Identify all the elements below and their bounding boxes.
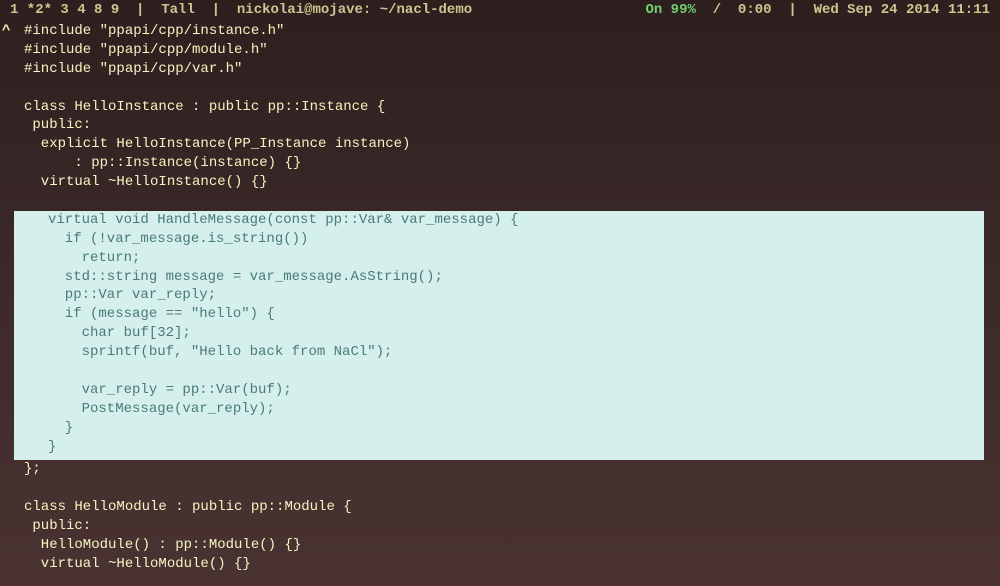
code-line: explicit HelloInstance(PP_Instance insta… (6, 135, 994, 154)
code-line: virtual void HandleMessage(const pp::Var… (18, 211, 984, 230)
code-line: char buf[32]; (18, 324, 984, 343)
code-line: HelloModule() : pp::Module() {} (6, 536, 994, 555)
code-line: public: (6, 517, 994, 536)
editor-viewport[interactable]: ^ #include "ppapi/cpp/instance.h"#includ… (0, 20, 1000, 586)
terminal-screen: 1 *2* 3 4 8 9 | Tall | nickolai@mojave: … (0, 0, 1000, 586)
code-line: std::string message = var_message.AsStri… (18, 268, 984, 287)
top-of-file-marker: ^ (2, 22, 10, 41)
code-line: return; (18, 249, 984, 268)
code-line: class HelloModule : public pp::Module { (6, 498, 994, 517)
code-line: : pp::Instance(instance) {} (6, 154, 994, 173)
code-line: sprintf(buf, "Hello back from NaCl"); (18, 343, 984, 362)
uptime: 0:00 (738, 2, 772, 18)
code-line (6, 192, 994, 211)
code-line: class HelloInstance : public pp::Instanc… (6, 98, 994, 117)
status-right: On 99% / 0:00 | Wed Sep 24 2014 11:11 (645, 1, 990, 20)
code-line: } (18, 419, 984, 438)
separator: | (128, 2, 153, 18)
code-line: pp::Var var_reply; (18, 286, 984, 305)
battery-status: On 99% (645, 2, 695, 18)
window-title: nickolai@mojave: ~/nacl-demo (237, 2, 472, 18)
code-line: public: (6, 116, 994, 135)
code-line: #include "ppapi/cpp/instance.h" (6, 22, 994, 41)
code-line: #include "ppapi/cpp/var.h" (6, 60, 994, 79)
code-line (6, 79, 994, 98)
separator: / (704, 2, 729, 18)
separator: | (203, 2, 228, 18)
code-line (6, 574, 994, 586)
code-block-highlight: virtual void HandleMessage(const pp::Var… (18, 211, 984, 457)
code-block-bottom: };class HelloModule : public pp::Module … (6, 460, 994, 586)
code-line: if (message == "hello") { (18, 305, 984, 324)
layout-name: Tall (161, 2, 195, 18)
code-line: virtual ~HelloInstance() {} (6, 173, 994, 192)
code-line: PostMessage(var_reply); (18, 400, 984, 419)
code-line: var_reply = pp::Var(buf); (18, 381, 984, 400)
code-line (18, 362, 984, 381)
status-bar: 1 *2* 3 4 8 9 | Tall | nickolai@mojave: … (0, 0, 1000, 20)
code-line: } (18, 438, 984, 457)
status-left: 1 *2* 3 4 8 9 | Tall | nickolai@mojave: … (10, 1, 472, 20)
code-line: if (!var_message.is_string()) (18, 230, 984, 249)
code-line: #include "ppapi/cpp/module.h" (6, 41, 994, 60)
code-block-top: #include "ppapi/cpp/instance.h"#include … (6, 22, 994, 211)
code-line (6, 479, 994, 498)
visual-selection: virtual void HandleMessage(const pp::Var… (14, 211, 984, 461)
datetime: Wed Sep 24 2014 11:11 (814, 2, 990, 18)
workspace-list[interactable]: 1 *2* 3 4 8 9 (10, 2, 119, 18)
code-line: }; (6, 460, 994, 479)
code-line: virtual ~HelloModule() {} (6, 555, 994, 574)
separator: | (780, 2, 805, 18)
